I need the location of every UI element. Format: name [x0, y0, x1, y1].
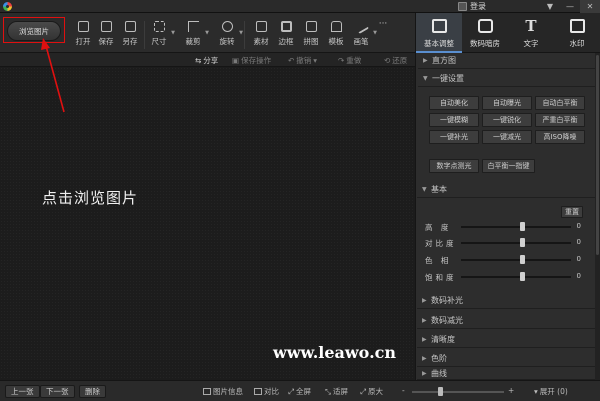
zoom-in-button[interactable]: +: [508, 386, 514, 395]
section-label: 清晰度: [431, 335, 455, 344]
section-label: 基本: [431, 185, 447, 194]
fit-screen-icon: ⤡: [325, 386, 331, 396]
slider-handle[interactable]: [519, 272, 525, 281]
slider-value: 0: [576, 238, 581, 246]
chevron-right-icon: ▶: [423, 57, 428, 64]
tab-darkroom[interactable]: 数码暗房: [462, 13, 508, 53]
compare-icon: [254, 388, 262, 395]
section-reduce-light[interactable]: ▶ 数码减光: [417, 313, 598, 329]
panel-scroll-thumb[interactable]: [596, 55, 599, 255]
tab-watermark[interactable]: 水印: [554, 13, 600, 53]
slider-handle[interactable]: [519, 222, 525, 231]
section-histogram[interactable]: ▶ 直方图: [418, 53, 599, 69]
slider-label: 对比度: [425, 239, 457, 248]
reduce-light-button[interactable]: 一键减光: [482, 130, 532, 144]
slider-handle[interactable]: [519, 255, 525, 264]
tab-label: 基本调整: [424, 39, 454, 48]
section-label: 直方图: [432, 56, 456, 65]
slider-track[interactable]: [461, 226, 571, 228]
zoom-slider[interactable]: [412, 391, 504, 393]
tab-text[interactable]: T 文字: [508, 13, 554, 53]
sharpen-button[interactable]: 一键锐化: [482, 113, 532, 127]
section-label: 一键设置: [432, 74, 464, 83]
hue-slider[interactable]: 色 相 0: [425, 254, 583, 266]
slider-label: 高 度: [425, 223, 452, 232]
slider-track[interactable]: [461, 259, 571, 261]
fullscreen-button[interactable]: ⤢ 全屏: [288, 386, 311, 397]
original-size-icon: ⤢: [360, 386, 366, 396]
slider-label: 色 相: [425, 256, 452, 265]
contrast-slider[interactable]: 对比度 0: [425, 237, 583, 249]
fullscreen-icon: ⤢: [288, 386, 294, 396]
section-clarity[interactable]: ▶ 清晰度: [417, 332, 598, 348]
chevron-right-icon: ▶: [422, 355, 427, 362]
original-size-label: 原大: [368, 387, 383, 396]
blur-button[interactable]: 一键模糊: [429, 113, 479, 127]
delete-button[interactable]: 删除: [79, 385, 106, 398]
section-curves[interactable]: ▶ 曲线: [417, 368, 598, 380]
tab-basic-adjust[interactable]: 基本调整: [416, 13, 462, 53]
slider-track[interactable]: [461, 242, 571, 244]
tab-label: 数码暗房: [470, 39, 500, 48]
reset-button[interactable]: 重置: [561, 206, 583, 218]
adjust-icon: [431, 19, 447, 33]
strict-white-balance-button[interactable]: 严重白平衡: [535, 113, 585, 127]
status-bar: 上一张 下一张 删除 图片信息 对比 ⤢ 全屏 ⤡ 适屏 ⤢ 原大 - + ▾ …: [0, 380, 600, 401]
slider-value: 0: [576, 222, 581, 230]
chevron-right-icon: ▶: [422, 317, 427, 324]
fit-screen-label: 适屏: [333, 387, 348, 396]
spot-metering-button[interactable]: 数字点测光: [429, 159, 479, 173]
fit-screen-button[interactable]: ⤡ 适屏: [325, 386, 348, 397]
chevron-down-icon: ▾: [534, 387, 538, 396]
iso-denoise-button[interactable]: 高ISO降噪: [535, 130, 585, 144]
section-label: 色阶: [431, 354, 447, 363]
tab-label: 文字: [523, 39, 539, 48]
auto-beautify-button[interactable]: 自动美化: [429, 96, 479, 110]
fill-light-button[interactable]: 一键补光: [429, 130, 479, 144]
section-label: 数码减光: [431, 316, 463, 325]
auto-exposure-button[interactable]: 自动曝光: [482, 96, 532, 110]
chevron-right-icon: ▶: [422, 297, 427, 304]
original-size-button[interactable]: ⤢ 原大: [360, 386, 383, 397]
compare-button[interactable]: 对比: [254, 386, 279, 397]
slider-track[interactable]: [461, 276, 571, 278]
compare-label: 对比: [264, 387, 279, 396]
watermark-icon: [569, 19, 585, 33]
zoom-slider-handle[interactable]: [437, 387, 443, 396]
saturation-slider[interactable]: 饱和度 0: [425, 271, 583, 283]
zoom-out-button[interactable]: -: [402, 386, 405, 395]
slider-value: 0: [576, 272, 581, 280]
section-fill-light[interactable]: ▶ 数码补光: [417, 293, 598, 309]
text-icon: T: [525, 17, 537, 35]
slider-value: 0: [576, 255, 581, 263]
chevron-down-icon: ▼: [422, 186, 427, 193]
next-image-button[interactable]: 下一张: [40, 385, 75, 398]
darkroom-icon: [477, 19, 493, 33]
chevron-right-icon: ▶: [422, 370, 427, 377]
slider-handle[interactable]: [519, 238, 525, 247]
arrow-line: [45, 45, 65, 113]
section-label: 曲线: [431, 369, 447, 378]
prev-image-button[interactable]: 上一张: [5, 385, 40, 398]
expand-label: 展开 (0): [539, 387, 568, 396]
panel-tabs: 基本调整 数码暗房 T 文字 水印: [416, 13, 600, 53]
white-balance-picker-button[interactable]: 白平衡一指键: [482, 159, 535, 173]
section-basic[interactable]: ▼ 基本: [417, 182, 598, 198]
section-one-click[interactable]: ▼ 一键设置: [418, 71, 599, 87]
info-icon: [203, 388, 211, 395]
image-info-label: 图片信息: [213, 387, 243, 396]
section-levels[interactable]: ▶ 色阶: [417, 351, 598, 367]
auto-white-balance-button[interactable]: 自动白平衡: [535, 96, 585, 110]
tab-label: 水印: [569, 39, 585, 48]
expand-button[interactable]: ▾ 展开 (0): [534, 386, 568, 397]
arrow-head: [41, 38, 50, 50]
chevron-down-icon: ▼: [423, 75, 428, 82]
slider-label: 饱和度: [425, 273, 457, 282]
chevron-right-icon: ▶: [422, 336, 427, 343]
fullscreen-label: 全屏: [296, 387, 311, 396]
brightness-slider[interactable]: 高 度 0: [425, 221, 583, 233]
section-label: 数码补光: [431, 296, 463, 305]
image-info-button[interactable]: 图片信息: [203, 386, 243, 397]
